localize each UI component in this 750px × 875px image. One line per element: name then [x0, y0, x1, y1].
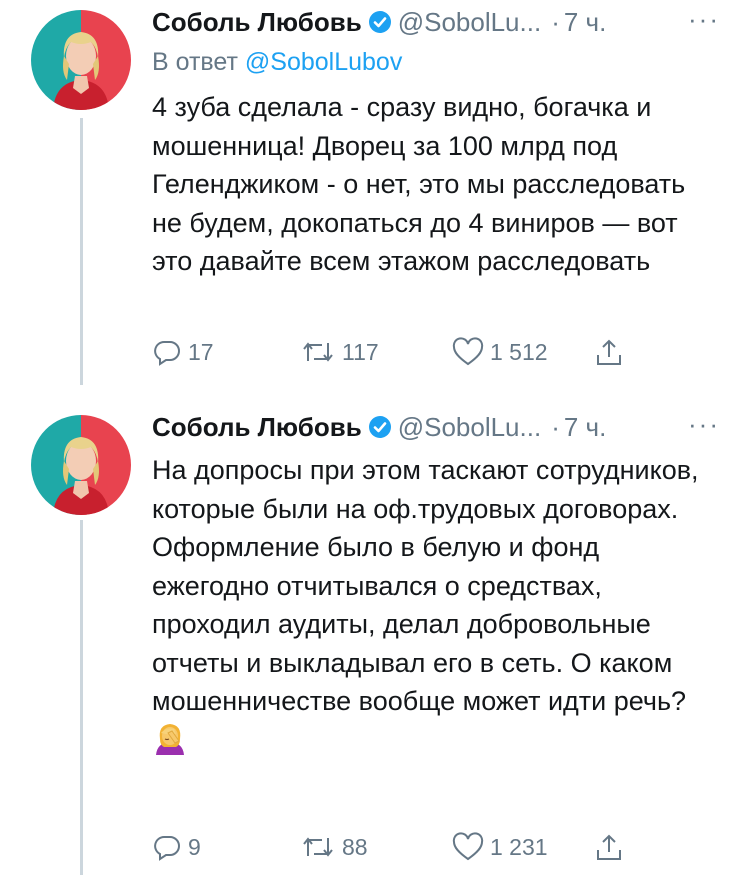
share-button[interactable]	[594, 337, 624, 369]
separator-dot: ·	[551, 411, 560, 442]
more-options-icon[interactable]: ···	[688, 4, 720, 40]
tweet-content: Соболь Любовь @SobolLu... · 7 ч. ··· На …	[152, 409, 730, 861]
verified-badge-icon	[368, 10, 392, 34]
retweet-button[interactable]: 88	[300, 832, 368, 862]
reply-to-handle-link[interactable]: @SobolLubov	[245, 48, 402, 76]
verified-badge-icon	[368, 415, 392, 439]
author-handle[interactable]: @SobolLu...	[398, 412, 541, 443]
tweet-text-body: На допросы при этом таскают сотрудников,…	[152, 455, 699, 716]
share-icon	[597, 339, 621, 365]
reply-icon	[154, 341, 180, 366]
reply-icon	[154, 836, 180, 861]
tweet-text: На допросы при этом таскают сотрудников,…	[152, 451, 722, 765]
like-button[interactable]: 1 512	[452, 337, 548, 367]
tweet-1[interactable]: Соболь Любовь @SobolLu... · 7 ч. ··· В о…	[0, 0, 750, 385]
share-icon	[597, 834, 621, 860]
more-options-icon[interactable]: ···	[688, 409, 720, 445]
reply-button[interactable]: 9	[152, 832, 201, 862]
author-name[interactable]: Соболь Любовь	[152, 7, 362, 38]
like-button[interactable]: 1 231	[452, 832, 548, 862]
heart-icon	[452, 337, 484, 366]
heart-icon	[452, 832, 484, 861]
reply-button[interactable]: 17	[152, 337, 214, 367]
retweet-button[interactable]: 117	[300, 337, 379, 367]
avatar[interactable]	[31, 415, 131, 515]
retweet-icon	[303, 342, 333, 362]
retweet-count: 88	[342, 833, 368, 860]
author-name[interactable]: Соболь Любовь	[152, 412, 362, 443]
reply-count: 9	[188, 833, 201, 860]
share-button[interactable]	[594, 832, 624, 864]
reply-to-prefix: В ответ	[152, 48, 238, 76]
tweet-2[interactable]: Соболь Любовь @SobolLu... · 7 ч. ··· На …	[0, 385, 750, 875]
avatar[interactable]	[31, 10, 131, 110]
separator-dot: ·	[551, 6, 560, 37]
reply-to: В ответ @SobolLubov	[152, 44, 730, 80]
tweet-text: 4 зуба сделала - сразу видно, богачка и …	[152, 92, 686, 276]
tweet-content: Соболь Любовь @SobolLu... · 7 ч. ··· В о…	[152, 4, 730, 366]
tweet-header: Соболь Любовь @SobolLu... · 7 ч.	[152, 409, 730, 445]
retweet-icon	[303, 837, 333, 857]
like-count: 1 231	[490, 833, 548, 860]
reply-count: 17	[188, 338, 214, 365]
thread-line	[80, 520, 83, 875]
tweet-header: Соболь Любовь @SobolLu... · 7 ч.	[152, 4, 730, 40]
thread-line	[80, 118, 83, 385]
tweet-time[interactable]: 7 ч.	[564, 412, 606, 443]
author-handle[interactable]: @SobolLu...	[398, 7, 541, 38]
woman-facepalming-icon	[152, 721, 188, 766]
tweet-time[interactable]: 7 ч.	[564, 7, 606, 38]
retweet-count: 117	[342, 338, 379, 365]
like-count: 1 512	[490, 338, 548, 365]
